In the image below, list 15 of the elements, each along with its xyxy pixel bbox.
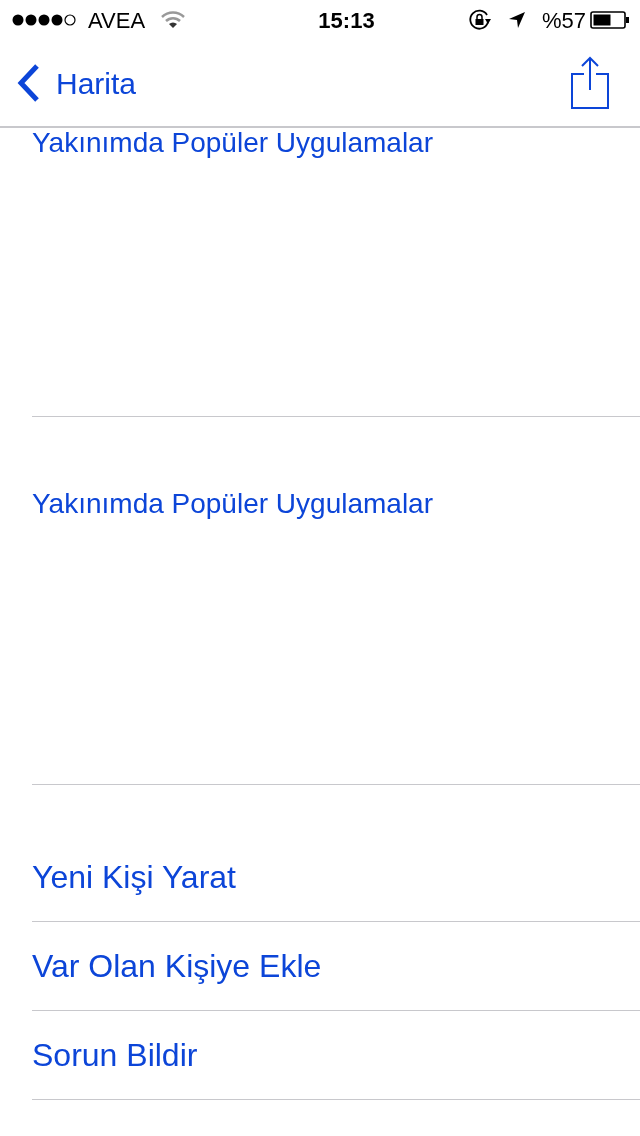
battery-icon xyxy=(590,10,630,30)
location-arrow-icon xyxy=(507,11,526,29)
share-icon[interactable] xyxy=(570,56,610,110)
battery-percentage: %57 xyxy=(541,6,586,35)
wifi-icon xyxy=(161,11,186,29)
action-row[interactable]: Var Olan Kişiye Ekle xyxy=(32,922,640,1011)
section-title: Yakınımda Popüler Uygulamalar xyxy=(32,487,433,521)
carrier-name: AVEA xyxy=(88,6,146,35)
back-button[interactable]: Harita xyxy=(16,60,137,106)
section-title: Yakınımda Popüler Uygulamalar xyxy=(32,128,433,160)
back-chevron-icon[interactable] xyxy=(16,63,40,103)
action-row[interactable]: Sorun Bildir xyxy=(32,1011,640,1100)
action-row[interactable]: Yeni Kişi Yarat xyxy=(32,785,640,922)
rotation-lock-icon xyxy=(467,9,492,31)
clock-time: 15:13 xyxy=(318,6,375,35)
